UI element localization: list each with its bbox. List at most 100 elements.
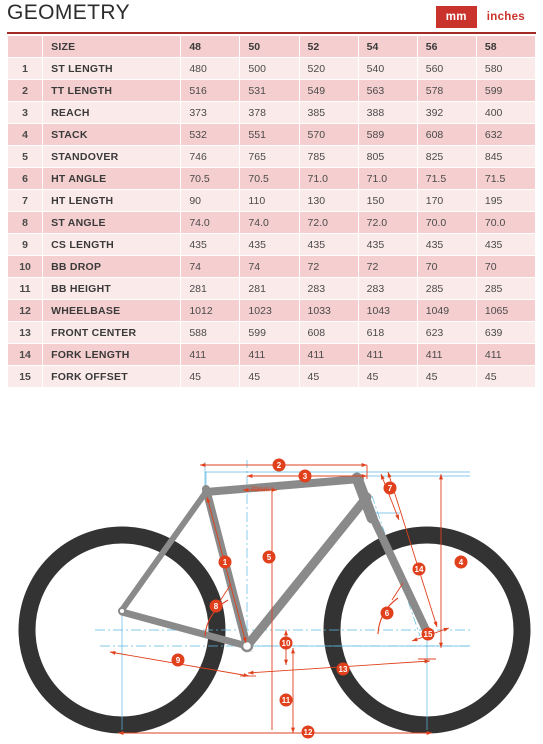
row-value: 130 [299, 190, 358, 211]
row-value: 45 [358, 366, 417, 387]
row-value: 72 [358, 256, 417, 277]
row-value: 150 [358, 190, 417, 211]
row-label: BB HEIGHT [43, 278, 181, 299]
marker-label-cs-length: 9 [176, 656, 181, 665]
geometry-table-body: SIZE 48 50 52 54 56 58 1 ST LENGTH 480 500 520 540 56… [8, 36, 535, 387]
table-row: 2 TT LENGTH 516 531 549 563 578 599 [8, 80, 535, 101]
row-value: 570 [299, 124, 358, 145]
marker-label-fork-length: 14 [415, 565, 424, 574]
row-value: 70 [476, 256, 535, 277]
marker-label-tt-length: 2 [277, 461, 282, 470]
row-index: 4 [8, 124, 43, 145]
row-index: 12 [8, 300, 43, 321]
row-value: 563 [358, 80, 417, 101]
row-index: 15 [8, 366, 43, 387]
row-index: 2 [8, 80, 43, 101]
unit-button-inches[interactable]: inches [476, 6, 535, 28]
row-value: 281 [240, 278, 299, 299]
row-value: 72.0 [358, 212, 417, 233]
marker-label-front-center: 13 [339, 665, 348, 674]
table-header-size-56: 56 [417, 36, 476, 57]
row-value: 435 [358, 234, 417, 255]
row-value: 551 [240, 124, 299, 145]
row-value: 74.0 [240, 212, 299, 233]
row-value: 588 [181, 322, 240, 343]
geometry-table: SIZE 48 50 52 54 56 58 1 ST LENGTH 480 500 520 540 56… [7, 35, 536, 388]
row-index: 1 [8, 58, 43, 79]
row-value: 72.0 [299, 212, 358, 233]
table-header-size-58: 58 [476, 36, 535, 57]
row-label: ST ANGLE [43, 212, 181, 233]
table-row: 4 STACK 532 551 570 589 608 632 [8, 124, 535, 145]
rear-dropout [118, 607, 126, 615]
table-header-size-50: 50 [240, 36, 299, 57]
marker-label-stack: 4 [459, 558, 464, 567]
row-index: 11 [8, 278, 43, 299]
row-value: 70.5 [240, 168, 299, 189]
table-header-size: SIZE [43, 36, 181, 57]
row-value: 283 [358, 278, 417, 299]
row-label: REACH [43, 102, 181, 123]
row-value: 435 [417, 234, 476, 255]
row-index: 9 [8, 234, 43, 255]
row-value: 1012 [181, 300, 240, 321]
row-value: 589 [358, 124, 417, 145]
marker-label-ht-angle: 6 [385, 609, 390, 618]
row-value: 71.0 [358, 168, 417, 189]
row-value: 373 [181, 102, 240, 123]
row-index: 5 [8, 146, 43, 167]
row-value: 71.5 [476, 168, 535, 189]
table-row: 14 FORK LENGTH 411 411 411 411 411 411 [8, 344, 535, 365]
row-value: 1043 [358, 300, 417, 321]
row-value: 608 [299, 322, 358, 343]
table-header-row: SIZE 48 50 52 54 56 58 [8, 36, 535, 57]
bike-geometry-diagram: 1 2 3 4 5 6 7 8 9 10 11 12 13 14 15 70mm [0, 420, 543, 744]
row-value: 90 [181, 190, 240, 211]
row-value: 411 [476, 344, 535, 365]
row-value: 549 [299, 80, 358, 101]
row-value: 170 [417, 190, 476, 211]
row-value: 516 [181, 80, 240, 101]
table-row: 1 ST LENGTH 480 500 520 540 560 580 [8, 58, 535, 79]
row-value: 71.5 [417, 168, 476, 189]
row-value: 845 [476, 146, 535, 167]
row-value: 110 [240, 190, 299, 211]
table-row: 9 CS LENGTH 435 435 435 435 435 435 [8, 234, 535, 255]
row-value: 285 [417, 278, 476, 299]
row-value: 435 [476, 234, 535, 255]
page-title: GEOMETRY [7, 1, 130, 24]
row-value: 70.0 [417, 212, 476, 233]
row-value: 531 [240, 80, 299, 101]
row-value: 388 [358, 102, 417, 123]
table-row: 13 FRONT CENTER 588 599 608 618 623 639 [8, 322, 535, 343]
row-value: 618 [358, 322, 417, 343]
row-value: 45 [299, 366, 358, 387]
chainstay-tube [118, 608, 251, 650]
row-value: 74 [240, 256, 299, 277]
unit-toggle[interactable]: mm inches [435, 6, 535, 28]
row-value: 435 [240, 234, 299, 255]
table-row: 8 ST ANGLE 74.0 74.0 72.0 72.0 70.0 70.0 [8, 212, 535, 233]
row-label: FORK OFFSET [43, 366, 181, 387]
row-value: 72 [299, 256, 358, 277]
row-value: 1033 [299, 300, 358, 321]
row-index: 6 [8, 168, 43, 189]
row-value: 805 [358, 146, 417, 167]
row-label: FORK LENGTH [43, 344, 181, 365]
row-value: 480 [181, 58, 240, 79]
row-label: FRONT CENTER [43, 322, 181, 343]
table-row: 12 WHEELBASE 1012 1023 1033 1043 1049 1065 [8, 300, 535, 321]
unit-button-mm[interactable]: mm [435, 6, 477, 28]
table-header-index [8, 36, 43, 57]
marker-label-fork-offset: 15 [424, 630, 433, 639]
row-value: 1049 [417, 300, 476, 321]
row-label: HT ANGLE [43, 168, 181, 189]
row-label: WHEELBASE [43, 300, 181, 321]
table-row: 15 FORK OFFSET 45 45 45 45 45 45 [8, 366, 535, 387]
row-value: 520 [299, 58, 358, 79]
row-value: 608 [417, 124, 476, 145]
row-value: 71.0 [299, 168, 358, 189]
row-value: 70.0 [476, 212, 535, 233]
row-index: 7 [8, 190, 43, 211]
row-value: 639 [476, 322, 535, 343]
